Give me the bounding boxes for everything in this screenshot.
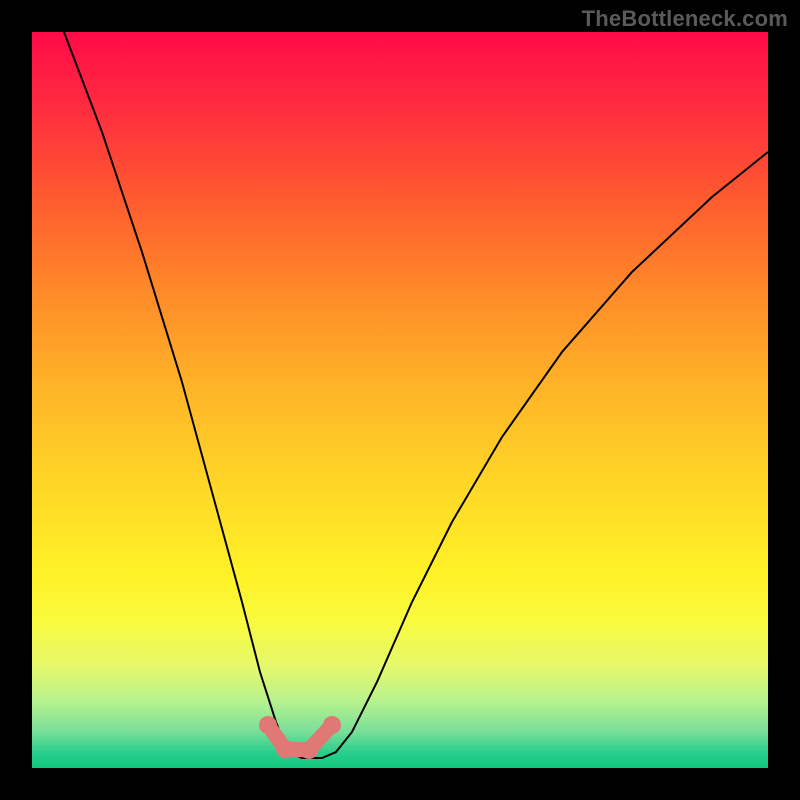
curve-marker — [276, 740, 294, 758]
curve-path — [64, 32, 768, 758]
bottleneck-curve-svg — [32, 32, 768, 768]
curve-marker — [259, 716, 277, 734]
watermark-text: TheBottleneck.com — [582, 6, 788, 32]
curve-marker — [323, 716, 341, 734]
curve-marker — [300, 741, 318, 759]
chart-plot-area — [32, 32, 768, 768]
